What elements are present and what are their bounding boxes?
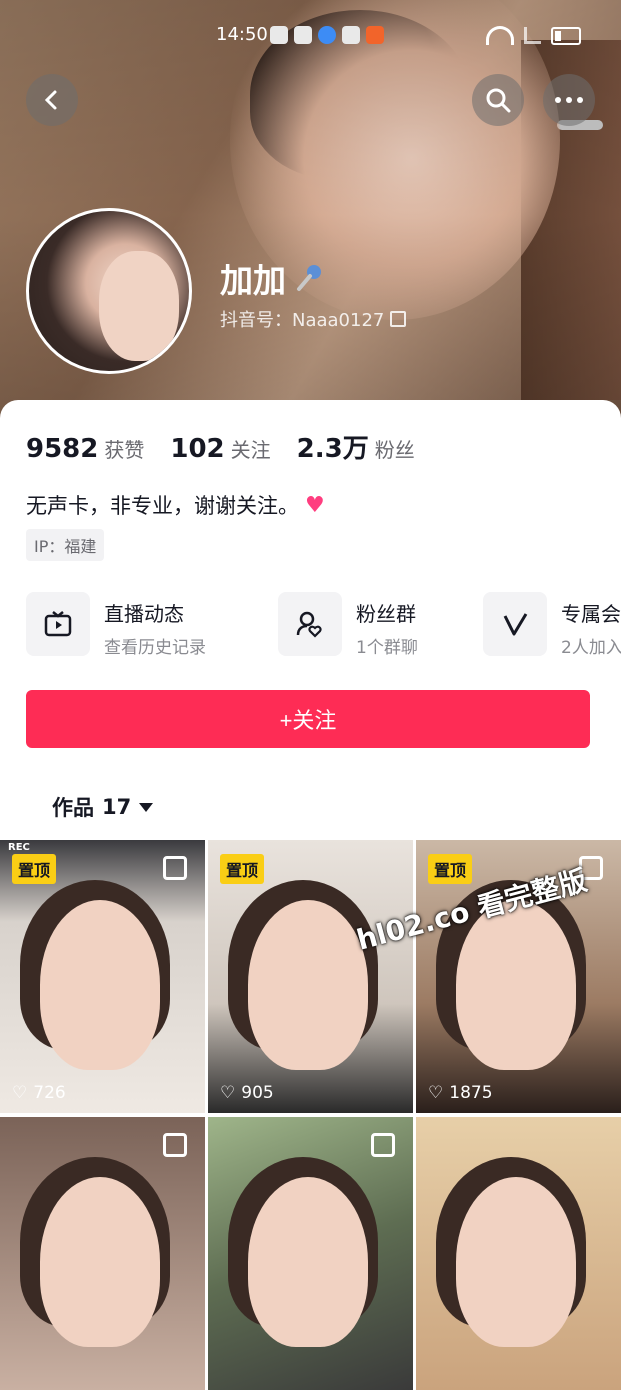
pinned-badge: 置顶	[428, 854, 473, 884]
status-bar: 14:50	[0, 22, 621, 50]
profile-name: 加加	[220, 261, 286, 300]
feature-row: 直播动态 查看历史记录 粉丝群 1个群聊 专属会 2人加入	[26, 592, 621, 658]
stat-followers[interactable]: 2.3万 粉丝	[297, 428, 415, 465]
video-tile[interactable]: REC 置顶 ♡ 726	[0, 840, 205, 1113]
pinned-badge: 置顶	[12, 854, 57, 884]
copy-icon[interactable]	[390, 311, 407, 327]
feature-fan-group[interactable]: 粉丝群 1个群聊	[278, 592, 418, 658]
feature-live[interactable]: 直播动态 查看历史记录	[26, 592, 206, 658]
search-button[interactable]	[472, 74, 524, 126]
stat-following[interactable]: 102 关注	[170, 434, 270, 464]
heart-outline-icon: ♡	[220, 1083, 236, 1103]
like-count: ♡ 726	[12, 1083, 66, 1103]
like-count: ♡ 1875	[428, 1083, 493, 1103]
tab-works[interactable]: 作品 17	[52, 792, 154, 822]
heart-icon: ♥	[305, 492, 325, 518]
multi-image-icon	[163, 856, 187, 880]
tv-icon	[26, 592, 90, 656]
search-icon	[486, 88, 511, 113]
follow-button[interactable]: +关注	[26, 690, 590, 748]
app-notification-icon	[366, 26, 384, 44]
multi-image-icon	[371, 1133, 395, 1157]
battery-icon	[551, 26, 581, 45]
stats-row: 9582 获赞 102 关注 2.3万 粉丝	[26, 428, 415, 465]
status-time: 14:50	[216, 24, 268, 45]
douyin-id: 抖音号：Naaa0127	[220, 310, 385, 331]
stat-likes[interactable]: 9582 获赞	[26, 434, 144, 464]
microphone-icon	[297, 265, 321, 291]
fan-group-icon	[278, 592, 342, 656]
bio: 无声卡，非专业，谢谢关注。 ♥	[26, 490, 325, 520]
video-tile[interactable]	[208, 1117, 413, 1390]
more-button[interactable]	[543, 74, 595, 126]
notification-icons	[270, 26, 384, 44]
video-tile[interactable]	[416, 1117, 621, 1390]
app-notification-icon	[294, 26, 312, 44]
more-dots-icon	[555, 97, 583, 103]
multi-image-icon	[163, 1133, 187, 1157]
profile-name-row: 加加	[220, 254, 324, 302]
hotspot-icon	[342, 26, 360, 44]
app-notification-icon	[318, 26, 336, 44]
bio-text: 无声卡，非专业，谢谢关注。	[26, 494, 299, 518]
caret-down-icon	[139, 802, 154, 812]
feature-vip[interactable]: 专属会 2人加入	[483, 592, 621, 658]
app-notification-icon	[270, 26, 288, 44]
heart-outline-icon: ♡	[428, 1083, 444, 1103]
video-tile[interactable]	[0, 1117, 205, 1390]
like-count: ♡ 905	[220, 1083, 274, 1103]
video-tile[interactable]: 置顶 ♡ 905	[208, 840, 413, 1113]
douyin-id-row[interactable]: 抖音号：Naaa0127	[220, 306, 407, 332]
pinned-badge: 置顶	[220, 854, 265, 884]
ip-location: IP：福建	[26, 529, 105, 561]
heart-outline-icon: ♡	[12, 1083, 28, 1103]
signal-icon	[524, 27, 541, 44]
chevron-left-icon	[44, 90, 57, 110]
avatar[interactable]	[26, 208, 192, 374]
wifi-icon	[486, 26, 514, 45]
back-button[interactable]	[26, 74, 78, 126]
vip-v-icon	[483, 592, 547, 656]
